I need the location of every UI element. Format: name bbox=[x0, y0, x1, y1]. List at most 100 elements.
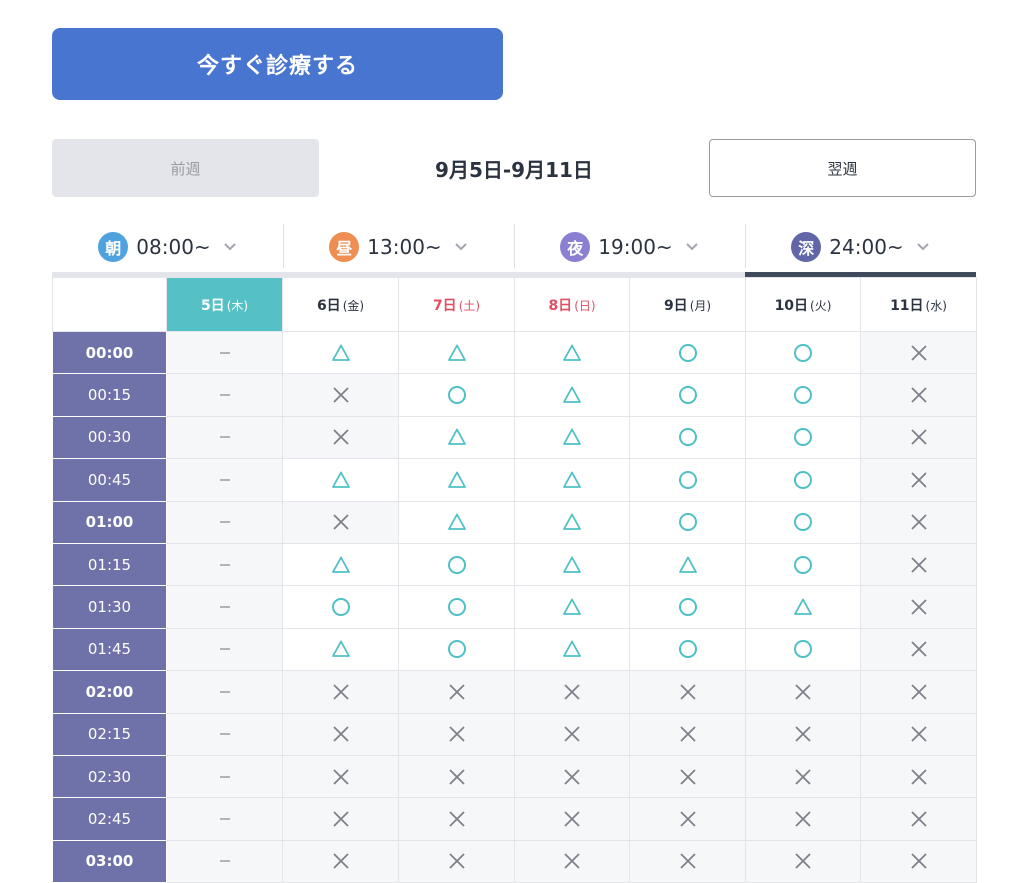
slot-cell[interactable] bbox=[398, 373, 515, 417]
available-circle-icon bbox=[794, 343, 812, 362]
available-circle-icon bbox=[678, 428, 697, 447]
tab-badge: 深 bbox=[791, 232, 822, 262]
day-of-week: (火) bbox=[810, 298, 832, 313]
limited-triangle-icon bbox=[563, 641, 581, 658]
no-slot-dash-icon bbox=[219, 479, 230, 481]
slot-cell[interactable] bbox=[629, 627, 746, 672]
no-slot-dash-icon bbox=[219, 563, 230, 566]
slot-cell bbox=[514, 754, 630, 799]
unavailable-cross-icon bbox=[332, 768, 349, 785]
unavailable-cross-icon bbox=[910, 641, 927, 658]
slot-cell[interactable] bbox=[514, 373, 630, 417]
slot-cell bbox=[745, 797, 861, 841]
time-slot-label: 02:30 bbox=[52, 754, 167, 799]
table-row: 01:30 bbox=[52, 585, 977, 629]
tab-badge: 昼 bbox=[329, 232, 360, 262]
slot-cell[interactable] bbox=[514, 500, 630, 544]
previous-week-button[interactable]: 前週 bbox=[52, 139, 319, 197]
unavailable-cross-icon bbox=[910, 811, 927, 827]
day-number: 5日 bbox=[200, 297, 225, 314]
slot-cell[interactable] bbox=[745, 373, 861, 417]
slot-cell bbox=[860, 500, 977, 544]
slot-cell bbox=[860, 373, 977, 417]
unavailable-cross-icon bbox=[795, 853, 811, 870]
limited-triangle-icon bbox=[447, 513, 466, 531]
slot-cell[interactable] bbox=[629, 585, 746, 629]
day-of-week: (水) bbox=[925, 298, 947, 313]
slot-cell bbox=[629, 712, 746, 756]
slot-cell[interactable] bbox=[745, 458, 861, 502]
unavailable-cross-icon bbox=[564, 811, 580, 827]
unavailable-cross-icon bbox=[679, 853, 696, 870]
slot-cell[interactable] bbox=[514, 415, 630, 460]
slot-cell[interactable] bbox=[629, 458, 746, 502]
unavailable-cross-icon bbox=[332, 811, 349, 827]
slot-cell bbox=[514, 670, 630, 714]
limited-triangle-icon bbox=[563, 513, 581, 531]
limited-triangle-icon bbox=[331, 344, 350, 361]
available-circle-icon bbox=[678, 640, 697, 659]
available-circle-icon bbox=[678, 343, 697, 362]
slot-cell[interactable] bbox=[745, 500, 861, 544]
slot-cell[interactable] bbox=[629, 373, 746, 417]
slot-cell[interactable] bbox=[282, 585, 399, 629]
tab-morning[interactable]: 朝 08:00~ bbox=[52, 222, 283, 277]
slot-cell[interactable] bbox=[745, 415, 861, 460]
slot-cell[interactable] bbox=[398, 500, 515, 544]
no-slot-dash-icon bbox=[219, 606, 230, 608]
day-number: 11日 bbox=[890, 297, 924, 314]
tab-late-night[interactable]: 深 24:00~ bbox=[745, 222, 976, 277]
slot-cell[interactable] bbox=[398, 415, 515, 460]
slot-cell[interactable] bbox=[745, 585, 861, 629]
slot-cell[interactable] bbox=[745, 627, 861, 672]
limited-triangle-icon bbox=[563, 598, 581, 615]
slot-cell[interactable] bbox=[398, 458, 515, 502]
slot-cell[interactable] bbox=[398, 627, 515, 672]
unavailable-cross-icon bbox=[448, 768, 465, 785]
schedule-header-row: 5日 (木) 6日 (金) 7日 (土) 8日 (日) 9日 (月) 10日 (火) 11日 (水) bbox=[52, 277, 977, 332]
slot-cell[interactable] bbox=[282, 542, 399, 587]
consult-now-button[interactable]: 今すぐ診療する bbox=[52, 28, 503, 100]
slot-cell bbox=[860, 330, 977, 375]
unavailable-cross-icon bbox=[910, 726, 927, 742]
schedule-table: 5日 (木) 6日 (金) 7日 (土) 8日 (日) 9日 (月) 10日 (火) 11日 (水) 00… bbox=[52, 277, 977, 883]
day-header: 8日 (日) bbox=[514, 277, 630, 332]
slot-cell bbox=[282, 670, 399, 714]
slot-cell[interactable] bbox=[514, 585, 630, 629]
slot-cell[interactable] bbox=[514, 542, 630, 587]
table-row: 02:30 bbox=[52, 754, 977, 799]
tab-afternoon[interactable]: 昼 13:00~ bbox=[283, 222, 514, 277]
slot-cell[interactable] bbox=[629, 415, 746, 460]
slot-cell bbox=[282, 373, 399, 417]
slot-cell bbox=[398, 839, 515, 883]
slot-cell bbox=[745, 670, 861, 714]
unavailable-cross-icon bbox=[448, 811, 465, 827]
unavailable-cross-icon bbox=[332, 514, 349, 530]
slot-cell[interactable] bbox=[282, 458, 399, 502]
slot-cell[interactable] bbox=[629, 500, 746, 544]
slot-cell[interactable] bbox=[629, 330, 746, 375]
chevron-down-icon bbox=[916, 243, 929, 251]
unavailable-cross-icon bbox=[910, 345, 927, 361]
day-number: 10日 bbox=[774, 297, 809, 314]
time-slot-label: 00:15 bbox=[52, 373, 167, 417]
next-week-button[interactable]: 翌週 bbox=[709, 139, 976, 197]
unavailable-cross-icon bbox=[332, 726, 349, 742]
slot-cell[interactable] bbox=[514, 627, 630, 672]
chevron-down-icon bbox=[685, 243, 698, 251]
slot-cell[interactable] bbox=[398, 330, 515, 375]
slot-cell[interactable] bbox=[282, 627, 399, 672]
slot-cell[interactable] bbox=[514, 330, 630, 375]
slot-cell[interactable] bbox=[629, 542, 746, 587]
slot-cell[interactable] bbox=[398, 585, 515, 629]
unavailable-cross-icon bbox=[332, 853, 349, 870]
available-circle-icon bbox=[447, 386, 466, 405]
slot-cell[interactable] bbox=[282, 330, 399, 375]
slot-cell[interactable] bbox=[745, 542, 861, 587]
slot-cell bbox=[282, 500, 399, 544]
slot-cell[interactable] bbox=[745, 330, 861, 375]
slot-cell[interactable] bbox=[514, 458, 630, 502]
tab-evening[interactable]: 夜 19:00~ bbox=[514, 222, 745, 277]
available-circle-icon bbox=[794, 513, 812, 532]
slot-cell[interactable] bbox=[398, 542, 515, 587]
